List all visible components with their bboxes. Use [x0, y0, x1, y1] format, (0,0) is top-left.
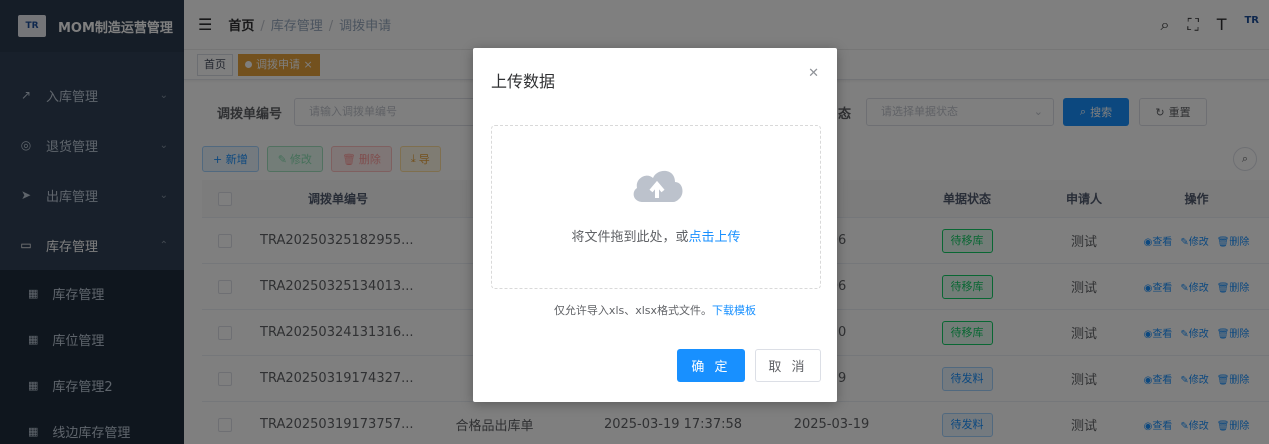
upload-dropzone[interactable]: 将文件拖到此处，或点击上传	[491, 125, 821, 289]
upload-tip: 仅允许导入xls、xlsx格式文件。下载模板	[473, 302, 837, 318]
dropzone-text: 将文件拖到此处，或点击上传	[492, 226, 820, 245]
upload-cloud-icon	[633, 170, 683, 202]
download-template-link[interactable]: 下载模板	[712, 304, 756, 317]
close-icon[interactable]: ✕	[808, 66, 819, 81]
upload-dialog: 上传数据 ✕ 将文件拖到此处，或点击上传 仅允许导入xls、xlsx格式文件。下…	[473, 48, 837, 402]
dialog-title: 上传数据	[491, 72, 556, 91]
tip-text: 仅允许导入xls、xlsx格式文件。	[553, 304, 713, 317]
click-upload-link[interactable]: 点击上传	[689, 230, 741, 245]
dropzone-label: 将文件拖到此处，或	[571, 230, 689, 245]
cancel-button[interactable]: 取 消	[755, 349, 821, 382]
confirm-button[interactable]: 确 定	[677, 349, 745, 382]
